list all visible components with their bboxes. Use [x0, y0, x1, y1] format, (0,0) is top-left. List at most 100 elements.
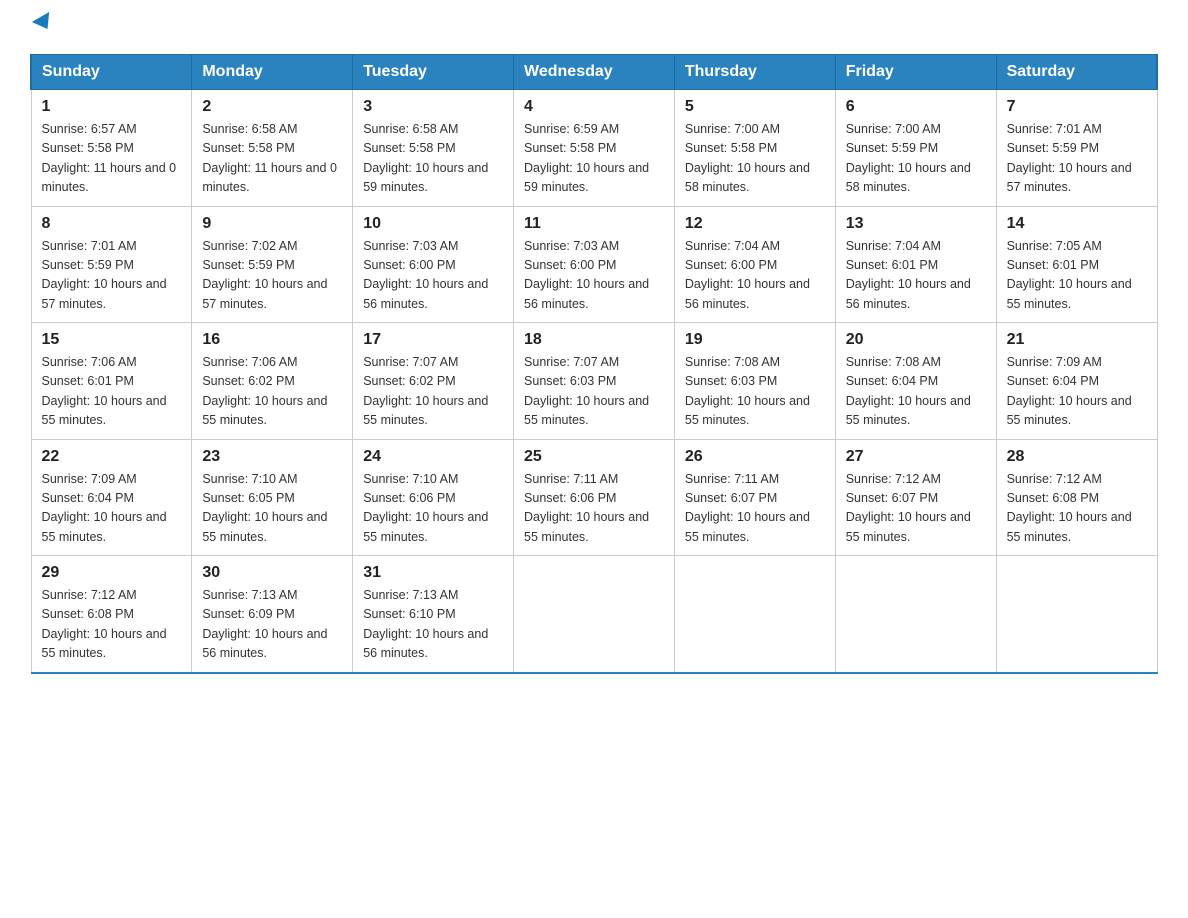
calendar-cell: 17 Sunrise: 7:07 AMSunset: 6:02 PMDaylig…: [353, 323, 514, 440]
day-number: 26: [685, 448, 825, 466]
day-number: 3: [363, 98, 503, 116]
day-info: Sunrise: 7:03 AMSunset: 6:00 PMDaylight:…: [524, 239, 649, 311]
day-info: Sunrise: 7:03 AMSunset: 6:00 PMDaylight:…: [363, 239, 488, 311]
day-info: Sunrise: 6:58 AMSunset: 5:58 PMDaylight:…: [202, 122, 337, 194]
day-info: Sunrise: 7:08 AMSunset: 6:03 PMDaylight:…: [685, 355, 810, 427]
day-info: Sunrise: 7:05 AMSunset: 6:01 PMDaylight:…: [1007, 239, 1132, 311]
day-number: 13: [846, 215, 986, 233]
day-info: Sunrise: 7:00 AMSunset: 5:58 PMDaylight:…: [685, 122, 810, 194]
calendar-cell: 22 Sunrise: 7:09 AMSunset: 6:04 PMDaylig…: [31, 439, 192, 556]
calendar-cell: 28 Sunrise: 7:12 AMSunset: 6:08 PMDaylig…: [996, 439, 1157, 556]
day-number: 9: [202, 215, 342, 233]
calendar-cell: 3 Sunrise: 6:58 AMSunset: 5:58 PMDayligh…: [353, 90, 514, 207]
day-info: Sunrise: 6:59 AMSunset: 5:58 PMDaylight:…: [524, 122, 649, 194]
day-info: Sunrise: 7:09 AMSunset: 6:04 PMDaylight:…: [42, 472, 167, 544]
day-number: 22: [42, 448, 182, 466]
day-info: Sunrise: 7:01 AMSunset: 5:59 PMDaylight:…: [1007, 122, 1132, 194]
calendar-cell: 5 Sunrise: 7:00 AMSunset: 5:58 PMDayligh…: [674, 90, 835, 207]
calendar-cell: 21 Sunrise: 7:09 AMSunset: 6:04 PMDaylig…: [996, 323, 1157, 440]
day-number: 29: [42, 564, 182, 582]
column-header-saturday: Saturday: [996, 55, 1157, 90]
day-info: Sunrise: 6:57 AMSunset: 5:58 PMDaylight:…: [42, 122, 177, 194]
calendar-cell: 14 Sunrise: 7:05 AMSunset: 6:01 PMDaylig…: [996, 206, 1157, 323]
calendar-body: 1 Sunrise: 6:57 AMSunset: 5:58 PMDayligh…: [31, 90, 1157, 673]
calendar-cell: [674, 556, 835, 673]
day-info: Sunrise: 7:11 AMSunset: 6:07 PMDaylight:…: [685, 472, 810, 544]
page-header: [30, 20, 1158, 34]
day-number: 27: [846, 448, 986, 466]
day-info: Sunrise: 6:58 AMSunset: 5:58 PMDaylight:…: [363, 122, 488, 194]
day-number: 14: [1007, 215, 1147, 233]
day-info: Sunrise: 7:04 AMSunset: 6:01 PMDaylight:…: [846, 239, 971, 311]
calendar-cell: [835, 556, 996, 673]
calendar-cell: 8 Sunrise: 7:01 AMSunset: 5:59 PMDayligh…: [31, 206, 192, 323]
calendar-cell: 10 Sunrise: 7:03 AMSunset: 6:00 PMDaylig…: [353, 206, 514, 323]
day-number: 2: [202, 98, 342, 116]
calendar-cell: 23 Sunrise: 7:10 AMSunset: 6:05 PMDaylig…: [192, 439, 353, 556]
day-number: 20: [846, 331, 986, 349]
day-info: Sunrise: 7:06 AMSunset: 6:01 PMDaylight:…: [42, 355, 167, 427]
day-number: 12: [685, 215, 825, 233]
column-header-friday: Friday: [835, 55, 996, 90]
day-number: 24: [363, 448, 503, 466]
day-number: 28: [1007, 448, 1147, 466]
calendar-cell: 20 Sunrise: 7:08 AMSunset: 6:04 PMDaylig…: [835, 323, 996, 440]
calendar-cell: [514, 556, 675, 673]
column-header-wednesday: Wednesday: [514, 55, 675, 90]
calendar-week-4: 22 Sunrise: 7:09 AMSunset: 6:04 PMDaylig…: [31, 439, 1157, 556]
day-number: 7: [1007, 98, 1147, 116]
day-number: 11: [524, 215, 664, 233]
day-number: 25: [524, 448, 664, 466]
calendar-cell: 12 Sunrise: 7:04 AMSunset: 6:00 PMDaylig…: [674, 206, 835, 323]
day-number: 23: [202, 448, 342, 466]
day-info: Sunrise: 7:08 AMSunset: 6:04 PMDaylight:…: [846, 355, 971, 427]
calendar-table: SundayMondayTuesdayWednesdayThursdayFrid…: [30, 54, 1158, 674]
calendar-week-5: 29 Sunrise: 7:12 AMSunset: 6:08 PMDaylig…: [31, 556, 1157, 673]
calendar-cell: 16 Sunrise: 7:06 AMSunset: 6:02 PMDaylig…: [192, 323, 353, 440]
calendar-cell: 29 Sunrise: 7:12 AMSunset: 6:08 PMDaylig…: [31, 556, 192, 673]
day-info: Sunrise: 7:02 AMSunset: 5:59 PMDaylight:…: [202, 239, 327, 311]
column-header-monday: Monday: [192, 55, 353, 90]
day-number: 17: [363, 331, 503, 349]
calendar-cell: 1 Sunrise: 6:57 AMSunset: 5:58 PMDayligh…: [31, 90, 192, 207]
calendar-cell: 13 Sunrise: 7:04 AMSunset: 6:01 PMDaylig…: [835, 206, 996, 323]
calendar-week-1: 1 Sunrise: 6:57 AMSunset: 5:58 PMDayligh…: [31, 90, 1157, 207]
day-info: Sunrise: 7:10 AMSunset: 6:06 PMDaylight:…: [363, 472, 488, 544]
day-info: Sunrise: 7:09 AMSunset: 6:04 PMDaylight:…: [1007, 355, 1132, 427]
calendar-week-2: 8 Sunrise: 7:01 AMSunset: 5:59 PMDayligh…: [31, 206, 1157, 323]
calendar-cell: 9 Sunrise: 7:02 AMSunset: 5:59 PMDayligh…: [192, 206, 353, 323]
calendar-cell: 15 Sunrise: 7:06 AMSunset: 6:01 PMDaylig…: [31, 323, 192, 440]
logo-triangle-icon: [32, 12, 56, 34]
day-info: Sunrise: 7:00 AMSunset: 5:59 PMDaylight:…: [846, 122, 971, 194]
day-info: Sunrise: 7:07 AMSunset: 6:02 PMDaylight:…: [363, 355, 488, 427]
day-info: Sunrise: 7:01 AMSunset: 5:59 PMDaylight:…: [42, 239, 167, 311]
day-number: 4: [524, 98, 664, 116]
day-number: 18: [524, 331, 664, 349]
day-info: Sunrise: 7:10 AMSunset: 6:05 PMDaylight:…: [202, 472, 327, 544]
calendar-cell: 11 Sunrise: 7:03 AMSunset: 6:00 PMDaylig…: [514, 206, 675, 323]
calendar-cell: [996, 556, 1157, 673]
calendar-cell: 6 Sunrise: 7:00 AMSunset: 5:59 PMDayligh…: [835, 90, 996, 207]
calendar-header: SundayMondayTuesdayWednesdayThursdayFrid…: [31, 55, 1157, 90]
day-info: Sunrise: 7:13 AMSunset: 6:10 PMDaylight:…: [363, 588, 488, 660]
day-number: 10: [363, 215, 503, 233]
day-number: 8: [42, 215, 182, 233]
day-number: 30: [202, 564, 342, 582]
day-number: 6: [846, 98, 986, 116]
day-number: 5: [685, 98, 825, 116]
calendar-cell: 27 Sunrise: 7:12 AMSunset: 6:07 PMDaylig…: [835, 439, 996, 556]
day-info: Sunrise: 7:11 AMSunset: 6:06 PMDaylight:…: [524, 472, 649, 544]
day-info: Sunrise: 7:12 AMSunset: 6:08 PMDaylight:…: [1007, 472, 1132, 544]
column-header-sunday: Sunday: [31, 55, 192, 90]
calendar-cell: 30 Sunrise: 7:13 AMSunset: 6:09 PMDaylig…: [192, 556, 353, 673]
day-info: Sunrise: 7:12 AMSunset: 6:07 PMDaylight:…: [846, 472, 971, 544]
column-header-thursday: Thursday: [674, 55, 835, 90]
column-header-tuesday: Tuesday: [353, 55, 514, 90]
day-number: 1: [42, 98, 182, 116]
day-info: Sunrise: 7:12 AMSunset: 6:08 PMDaylight:…: [42, 588, 167, 660]
day-info: Sunrise: 7:04 AMSunset: 6:00 PMDaylight:…: [685, 239, 810, 311]
day-number: 15: [42, 331, 182, 349]
day-info: Sunrise: 7:06 AMSunset: 6:02 PMDaylight:…: [202, 355, 327, 427]
calendar-week-3: 15 Sunrise: 7:06 AMSunset: 6:01 PMDaylig…: [31, 323, 1157, 440]
calendar-cell: 26 Sunrise: 7:11 AMSunset: 6:07 PMDaylig…: [674, 439, 835, 556]
